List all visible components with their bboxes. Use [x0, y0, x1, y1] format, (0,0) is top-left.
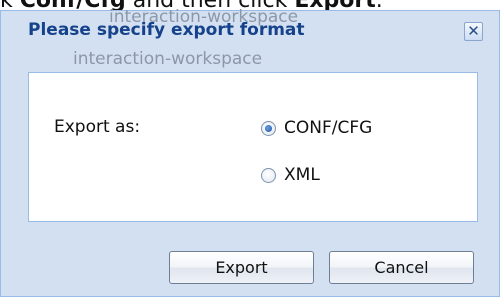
conf-cfg-radio[interactable]	[261, 120, 276, 136]
dialog-titlebar[interactable]: interaction-workspace Please specify exp…	[1, 7, 499, 53]
export-format-dialog: interaction-workspace Please specify exp…	[0, 7, 500, 297]
xml-label: XML	[284, 165, 320, 185]
close-icon: ✕	[467, 22, 480, 40]
dialog-title: Please specify export format	[28, 20, 305, 40]
xml-radio[interactable]	[261, 167, 276, 183]
option-conf-cfg[interactable]: CONF/CFG	[261, 118, 372, 138]
screen: k Conf/Cfg and then click Export. intera…	[0, 0, 500, 297]
conf-cfg-label: CONF/CFG	[284, 118, 373, 138]
export-button[interactable]: Export	[169, 251, 314, 284]
format-panel: Export as: CONF/CFG XML	[28, 72, 478, 222]
option-xml[interactable]: XML	[261, 165, 320, 185]
close-button[interactable]: ✕	[464, 22, 483, 41]
cancel-button[interactable]: Cancel	[329, 251, 474, 284]
ghost-workspace-text-2: interaction-workspace	[73, 49, 263, 69]
export-as-label: Export as:	[54, 117, 141, 137]
